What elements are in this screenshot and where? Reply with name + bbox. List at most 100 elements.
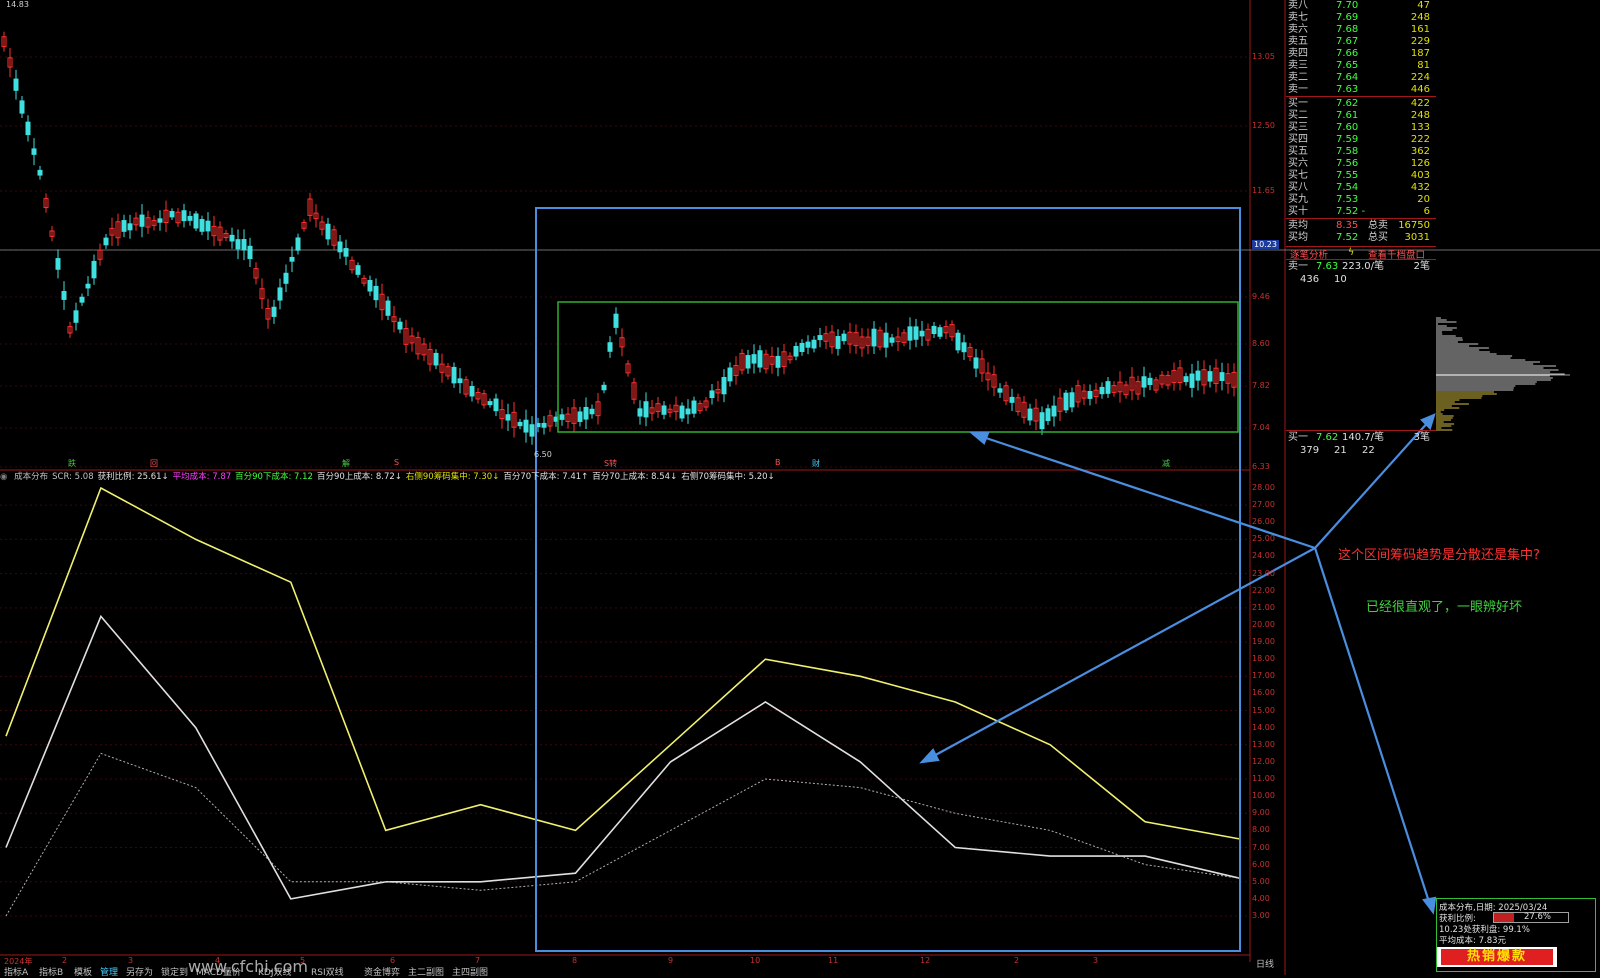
indicator-tick: 12.00 xyxy=(1252,756,1275,766)
candle-body xyxy=(691,400,697,414)
indicator-tick: 10.00 xyxy=(1252,791,1275,801)
ask-row[interactable]: 卖五 7.67 229 xyxy=(1286,36,1436,48)
period-label[interactable]: 日线 xyxy=(1256,957,1274,970)
ask-row[interactable]: 卖二 7.64 224 xyxy=(1286,72,1436,84)
ask-row[interactable]: 卖六 7.68 161 xyxy=(1286,24,1436,36)
tab-full-depth[interactable]: 查看千档盘口 xyxy=(1368,247,1425,261)
candle-body xyxy=(1189,373,1195,388)
candle-body xyxy=(1069,392,1075,408)
ask-row[interactable]: 卖一 7.63 446 xyxy=(1286,84,1436,96)
indicator-tick: 13.00 xyxy=(1252,739,1275,749)
ask-label: 卖八 xyxy=(1288,0,1308,11)
order-tabs: 逐笔分析 ϟ 查看千档盘口 xyxy=(1286,246,1436,261)
indicator-tick: 11.00 xyxy=(1252,774,1275,784)
bid-price: 7.59 xyxy=(1336,134,1359,145)
arrow-head-4 xyxy=(1422,896,1437,915)
lightning-icon: ϟ xyxy=(1348,247,1355,258)
candle-body xyxy=(607,342,613,352)
bid-row[interactable]: 买八 7.54 432 xyxy=(1286,182,1436,194)
bottom-tab[interactable]: RSI双线 xyxy=(311,965,344,978)
indicator-value: 获利比例: 25.61↓ xyxy=(97,472,169,482)
price-tick: 7.04 xyxy=(1252,423,1270,432)
ask-label: 卖三 xyxy=(1288,60,1308,71)
candle-body xyxy=(883,332,889,348)
bid-row[interactable]: 买九 7.53 20 xyxy=(1286,194,1436,206)
bottom-tab[interactable]: 另存为 xyxy=(126,965,153,978)
spread-divider xyxy=(1286,96,1436,97)
ask-row[interactable]: 卖七 7.69 248 xyxy=(1286,12,1436,24)
candle-body xyxy=(139,214,145,227)
ask-label: 卖五 xyxy=(1288,36,1308,47)
ask-row[interactable]: 卖八 7.70 47 xyxy=(1286,0,1436,12)
bottom-tab[interactable]: 管理 xyxy=(100,965,118,978)
ask-label: 卖一 xyxy=(1288,84,1308,95)
bid-row[interactable]: 买六 7.56 126 xyxy=(1286,158,1436,170)
avg-divider xyxy=(1286,218,1436,219)
bid-row[interactable]: 买一 7.62 422 xyxy=(1286,98,1436,110)
bid-volume: 133 xyxy=(1410,122,1430,133)
bottom-tab[interactable]: 模板 xyxy=(74,965,92,978)
candle-body xyxy=(487,401,493,406)
bid-price: 7.58 xyxy=(1336,146,1359,157)
candlestick-series xyxy=(1,31,1237,445)
indicator-tick: 17.00 xyxy=(1252,671,1275,681)
indicator-tick: 7.00 xyxy=(1252,842,1270,852)
bid-row[interactable]: 买十 7.52 - 6 xyxy=(1286,206,1436,218)
bid-label: 买三 xyxy=(1288,122,1308,133)
indicator-value: 平均成本: 7.87 xyxy=(172,472,232,482)
candle-body xyxy=(157,218,163,223)
profit-ratio-value: 27.6% xyxy=(1524,912,1552,922)
bottom-tab[interactable]: 主二副图 xyxy=(408,965,444,978)
bid-row[interactable]: 买五 7.58 362 xyxy=(1286,146,1436,158)
bid-row[interactable]: 买三 7.60 133 xyxy=(1286,122,1436,134)
tab-tick-analysis[interactable]: 逐笔分析 xyxy=(1290,247,1328,261)
bottom-tab[interactable]: 指标A xyxy=(4,965,28,978)
collapse-icon[interactable]: ◉ xyxy=(0,472,7,482)
indicator-value: 百分70下成本: 7.41↑ xyxy=(503,472,589,482)
indicator-tick: 15.00 xyxy=(1252,705,1275,715)
event-marker: 解 xyxy=(342,459,350,468)
ask-label: 卖二 xyxy=(1288,72,1308,83)
candle-body xyxy=(919,330,925,337)
bid-volume: 6 xyxy=(1423,206,1430,217)
indicator-tick: 26.00 xyxy=(1252,517,1275,527)
candle-body xyxy=(73,310,79,323)
candle-body xyxy=(661,405,667,415)
indicator-value: 百分90上成本: 8.72↓ xyxy=(316,472,402,482)
candle-body xyxy=(637,408,643,417)
bid-label: 买七 xyxy=(1288,170,1308,181)
ask-avg-value: 8.35 xyxy=(1336,220,1359,231)
bid-row[interactable]: 买七 7.55 403 xyxy=(1286,170,1436,182)
indicator-tick: 6.00 xyxy=(1252,859,1270,869)
candle-body xyxy=(1207,371,1213,382)
candle-body xyxy=(937,327,943,337)
bottom-tab[interactable]: 锁定到 xyxy=(161,965,188,978)
arrow-head-1 xyxy=(968,431,990,445)
bottom-tab[interactable]: 指标B xyxy=(39,965,63,978)
candle-body xyxy=(613,313,619,328)
bid-row[interactable]: 买二 7.61 248 xyxy=(1286,110,1436,122)
ask-row[interactable]: 卖三 7.65 81 xyxy=(1286,60,1436,72)
ask-price: 7.67 xyxy=(1336,36,1359,47)
ask-price: 7.65 xyxy=(1336,60,1359,71)
candle-body xyxy=(127,223,133,231)
indicator-value: SCR: 5.08 xyxy=(52,472,94,482)
ask-label: 卖六 xyxy=(1288,24,1308,35)
promo-banner[interactable]: 热销爆款 xyxy=(1437,947,1557,967)
candle-body xyxy=(229,234,235,242)
candle-body xyxy=(25,121,31,136)
bid-label: 买五 xyxy=(1288,146,1308,157)
order-book: 卖八 7.70 47 卖七 7.69 248 卖六 7.68 161 卖五 7.67 229 卖四 7.6… xyxy=(1286,0,1436,456)
candle-body xyxy=(529,424,535,437)
bottom-tab[interactable]: 主四副图 xyxy=(452,965,488,978)
candle-body xyxy=(1051,405,1057,417)
ask-row[interactable]: 卖四 7.66 187 xyxy=(1286,48,1436,60)
time-tick: 9 xyxy=(668,956,674,965)
buy1-sub-a: 379 xyxy=(1300,445,1320,456)
indicator-tick: 8.00 xyxy=(1252,825,1270,835)
candle-body xyxy=(835,336,841,349)
bid-price: 7.54 xyxy=(1336,182,1359,193)
event-marker: 跌 xyxy=(68,459,76,468)
bid-row[interactable]: 买四 7.59 222 xyxy=(1286,134,1436,146)
bottom-tab[interactable]: 资金博弈 xyxy=(364,965,400,978)
